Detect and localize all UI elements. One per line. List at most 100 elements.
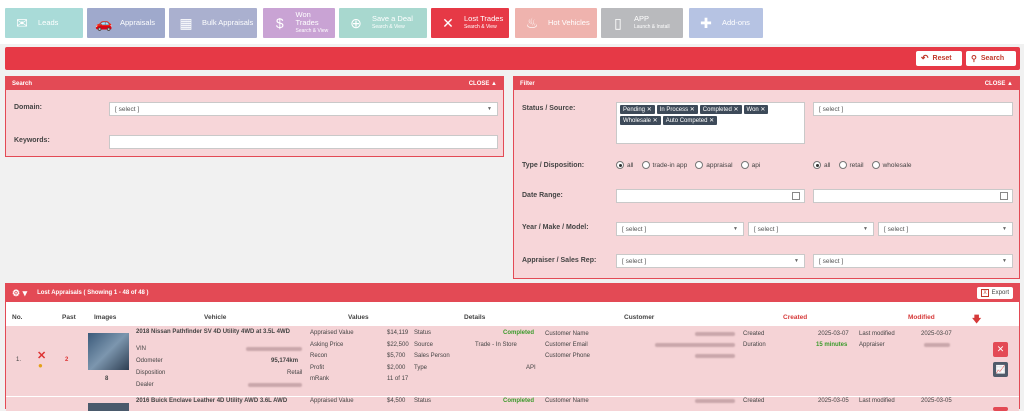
source-select[interactable]: [ select ] <box>813 102 1013 116</box>
domain-label: Domain: <box>14 104 42 111</box>
keywords-input[interactable] <box>109 135 498 149</box>
nav-item-app[interactable]: ▯ APP Launch & Install <box>601 8 683 38</box>
radio-circle <box>616 161 624 169</box>
radio-wholesale[interactable]: wholesale <box>871 161 912 169</box>
nav-item-appraisals[interactable]: 🚗 Appraisals <box>87 8 165 38</box>
value-amount: $2,000 <box>387 364 406 371</box>
remove-tag-icon[interactable]: ✕ <box>688 107 695 113</box>
top-nav: ✉ Leads 🚗 Appraisals ▦ Bulk Appraisals $ Won Tr… <box>0 0 1024 44</box>
delete-button[interactable] <box>993 407 1008 411</box>
table-row[interactable]: 1. ✕ ● 2 8 2018 Nissan Pathfinder SV 4D … <box>6 326 1019 396</box>
col-modified[interactable]: Modified <box>908 314 935 321</box>
year-select[interactable]: [ select ] ▼ <box>616 222 744 236</box>
col-vehicle: Vehicle <box>204 314 227 321</box>
vehicle-thumbnail[interactable] <box>88 403 129 411</box>
type-radio-group: all trade-in app appraisal api <box>616 161 768 169</box>
filter-panel-close[interactable]: CLOSE ▲ <box>985 81 1013 87</box>
remove-tag-icon[interactable]: ✕ <box>707 118 714 124</box>
radio-appraisal[interactable]: appraisal <box>695 161 733 169</box>
appraiser-salesrep-label: Appraiser / Sales Rep: <box>522 257 597 264</box>
excel-icon: X <box>981 289 989 297</box>
make-select[interactable]: [ select ] ▼ <box>748 222 874 236</box>
x-icon: ✕ <box>442 14 454 31</box>
nav-item-bulk-appraisals[interactable]: ▦ Bulk Appraisals <box>169 8 257 38</box>
chevron-down-icon: ▼ <box>863 226 868 232</box>
status-tag[interactable]: Wholesale ✕ <box>620 116 661 125</box>
nav-item-hot-vehicles[interactable]: ♨ Hot Vehicles <box>515 8 597 38</box>
vin-value <box>246 347 302 351</box>
status-tags-input[interactable]: Pending ✕ In Process ✕ Completed ✕ Won ✕ Who… <box>616 102 805 144</box>
disposition-radio-group: all retail wholesale <box>813 161 920 169</box>
nav-item-add-ons[interactable]: ✚ Add-ons <box>689 8 763 38</box>
flame-icon: ♨ <box>525 14 539 31</box>
col-past: Past <box>62 314 76 321</box>
value-amount: $14,119 <box>387 330 409 336</box>
remove-tag-icon[interactable]: ✕ <box>732 107 738 113</box>
tablet-icon: ▯ <box>614 14 622 31</box>
calendar-icon[interactable] <box>1000 192 1008 200</box>
status-tag[interactable]: In Process ✕ <box>656 105 698 114</box>
value-label: Asking Price <box>310 341 344 348</box>
detail-value: API <box>526 364 536 371</box>
col-images: Images <box>94 314 117 321</box>
export-button[interactable]: X Export <box>977 287 1013 299</box>
comment-icon[interactable]: ● <box>38 361 43 370</box>
chart-button[interactable]: 📈 <box>993 362 1008 377</box>
document-dollar-icon: $ <box>275 15 284 31</box>
type-disposition-label: Type / Disposition: <box>522 162 585 169</box>
action-bar: ↶ Reset ⚲ Search <box>5 47 1020 70</box>
date-to-input[interactable] <box>813 189 1013 203</box>
col-values: Values <box>348 314 369 321</box>
chevron-down-icon: ▼ <box>1002 258 1007 264</box>
envelope-icon: ✉ <box>16 14 28 31</box>
model-select[interactable]: [ select ] ▼ <box>878 222 1013 236</box>
col-no: No. <box>12 314 23 321</box>
appraiser-value <box>924 343 950 347</box>
remove-tag-icon[interactable]: ✕ <box>759 107 765 113</box>
delete-button[interactable]: ✕ <box>993 342 1008 357</box>
chevron-down-icon: ▼ <box>487 106 492 112</box>
appraiser-select[interactable]: [ select ] ▼ <box>616 254 805 268</box>
value-label: Appraised Value <box>310 330 354 336</box>
customer-phone-value <box>695 354 735 358</box>
nav-item-save-a-deal[interactable]: ⊕ Save a Deal Search & View <box>339 8 427 38</box>
chart-icon: 📈 <box>995 365 1006 374</box>
nav-item-lost-trades[interactable]: ✕ Lost Trades Search & View <box>431 8 509 38</box>
radio-circle <box>838 161 847 169</box>
search-panel-close[interactable]: CLOSE ▲ <box>469 81 497 87</box>
gear-icon[interactable]: ⚙ ▾ <box>12 288 27 299</box>
reset-button[interactable]: ↶ Reset <box>916 51 962 66</box>
col-created[interactable]: Created <box>783 314 807 321</box>
radio-api[interactable]: api <box>740 161 760 169</box>
vehicle-thumbnail[interactable] <box>88 333 129 370</box>
radio-all[interactable]: all <box>813 161 831 169</box>
close-icon: ✕ <box>996 344 1005 354</box>
remove-tag-icon[interactable]: ✕ <box>651 118 658 124</box>
undo-icon: ↶ <box>921 53 929 63</box>
domain-select[interactable]: [ select ] ▼ <box>109 102 498 116</box>
radio-circle <box>695 161 704 169</box>
customer-name-value <box>695 332 735 336</box>
nav-item-leads[interactable]: ✉ Leads <box>5 8 83 38</box>
nav-item-won-trades[interactable]: $ Won Trades Search & View <box>263 8 335 38</box>
puzzle-icon: ✚ <box>700 14 712 31</box>
status-tag[interactable]: Auto Competed ✕ <box>662 116 718 125</box>
date-from-input[interactable] <box>616 189 805 203</box>
radio-trade-in-app[interactable]: trade-in app <box>641 161 687 169</box>
calendar-icon[interactable] <box>792 192 800 200</box>
status-tag[interactable]: Completed ✕ <box>699 105 742 114</box>
radio-all[interactable]: all <box>616 161 634 169</box>
status-tag[interactable]: Pending ✕ <box>620 105 655 114</box>
table-header-bar: ⚙ ▾ Lost Appraisals ( Showing 1 - 48 of … <box>6 284 1019 302</box>
salesrep-select[interactable]: [ select ] ▼ <box>813 254 1013 268</box>
value-label: Recon <box>310 353 328 359</box>
status-tag[interactable]: Won ✕ <box>743 105 769 114</box>
detail-label: Type <box>414 364 428 371</box>
filter-panel: Filter CLOSE ▲ Status / Source: Pending … <box>513 76 1020 279</box>
radio-circle <box>871 161 880 169</box>
radio-retail[interactable]: retail <box>838 161 864 169</box>
chevron-down-icon: ▼ <box>794 258 799 264</box>
detail-label: Source <box>414 341 434 348</box>
search-button[interactable]: ⚲ Search <box>966 51 1016 66</box>
remove-tag-icon[interactable]: ✕ <box>645 107 652 113</box>
